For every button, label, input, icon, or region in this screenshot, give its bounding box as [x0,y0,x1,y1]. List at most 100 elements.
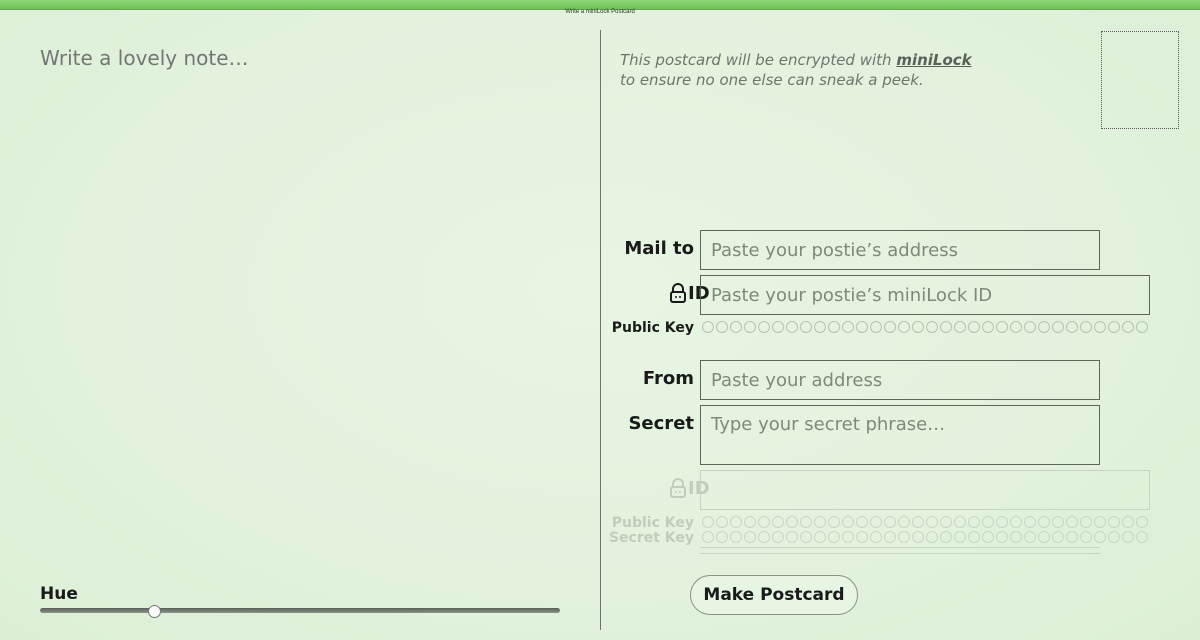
secret-input[interactable] [700,405,1100,465]
key-dot [800,516,812,528]
key-dot [828,516,840,528]
note-textarea[interactable] [40,46,580,566]
key-dot [926,516,938,528]
key-dot [996,516,1008,528]
key-dot [1108,531,1120,543]
key-dot [1066,516,1078,528]
key-dot [814,531,826,543]
key-dot [1010,516,1022,528]
key-dot [926,321,938,333]
key-dot [912,516,924,528]
key-dot [842,321,854,333]
key-dot [1052,531,1064,543]
sender-public-key-dots [702,516,1150,528]
key-dot [912,321,924,333]
key-dot [968,321,980,333]
key-dot [702,516,714,528]
key-dot [996,531,1008,543]
encryption-notice: This postcard will be encrypted with min… [620,50,972,90]
key-dot [1136,321,1148,333]
key-dot [982,516,994,528]
key-dot [884,321,896,333]
key-dot [1094,516,1106,528]
key-dot [772,516,784,528]
key-dot [744,531,756,543]
key-dot [1136,531,1148,543]
key-dot [968,516,980,528]
key-dot [786,321,798,333]
key-dot [1038,321,1050,333]
key-dot [814,321,826,333]
minilock-link[interactable]: miniLock [896,51,971,69]
key-dot [716,321,728,333]
key-dot [898,531,910,543]
key-dot [856,531,868,543]
key-dot [940,531,952,543]
hue-slider-track[interactable] [40,608,560,613]
key-dot [1052,321,1064,333]
mail-to-input[interactable] [700,230,1100,270]
make-postcard-button[interactable]: Make Postcard [690,575,858,615]
key-dot [1024,321,1036,333]
key-dot [870,516,882,528]
mail-to-label: Mail to [624,238,694,259]
key-dot [702,531,714,543]
lock-icon [670,478,686,498]
key-dot [1066,321,1078,333]
sender-id-field [700,470,1150,510]
sender-secret-key-label: Secret Key [608,530,694,546]
key-dot [828,531,840,543]
key-dot [912,531,924,543]
key-dot [1038,531,1050,543]
secret-label: Secret [628,413,694,434]
key-dot [1094,321,1106,333]
key-progress-bar [700,547,1100,554]
key-dot [1080,531,1092,543]
key-dot [898,321,910,333]
key-dot [1108,516,1120,528]
key-dot [870,321,882,333]
key-dot [744,321,756,333]
key-dot [772,531,784,543]
key-dot [758,516,770,528]
key-dot [772,321,784,333]
key-dot [744,516,756,528]
key-dot [1010,531,1022,543]
key-dot [982,321,994,333]
key-dot [1122,321,1134,333]
key-dot [800,531,812,543]
key-dot [926,531,938,543]
from-input[interactable] [700,360,1100,400]
key-dot [1052,516,1064,528]
key-dot [1108,321,1120,333]
key-dot [1122,516,1134,528]
key-dot [786,531,798,543]
key-dot [940,516,952,528]
intro-line2: to ensure no one else can sneak a peek. [620,71,924,89]
intro-line1: This postcard will be encrypted with [620,51,897,69]
sender-secret-key-dots [702,531,1150,543]
key-dot [856,321,868,333]
key-dot [758,531,770,543]
key-dot [786,516,798,528]
key-dot [1122,531,1134,543]
recipient-id-input[interactable] [700,275,1150,315]
key-dot [1038,516,1050,528]
key-dot [856,516,868,528]
stamp-box [1101,31,1179,129]
key-dot [884,516,896,528]
key-dot [814,516,826,528]
window-titlebar: Write a miniLock Postcard [0,0,1200,15]
key-dot [954,531,966,543]
hue-slider-knob[interactable] [148,605,162,618]
key-dot [1080,516,1092,528]
key-dot [828,321,840,333]
key-dot [716,531,728,543]
key-dot [758,321,770,333]
key-dot [730,531,742,543]
key-dot [982,531,994,543]
key-dot [1010,321,1022,333]
lock-icon [670,283,686,303]
key-dot [1094,531,1106,543]
key-dot [730,321,742,333]
